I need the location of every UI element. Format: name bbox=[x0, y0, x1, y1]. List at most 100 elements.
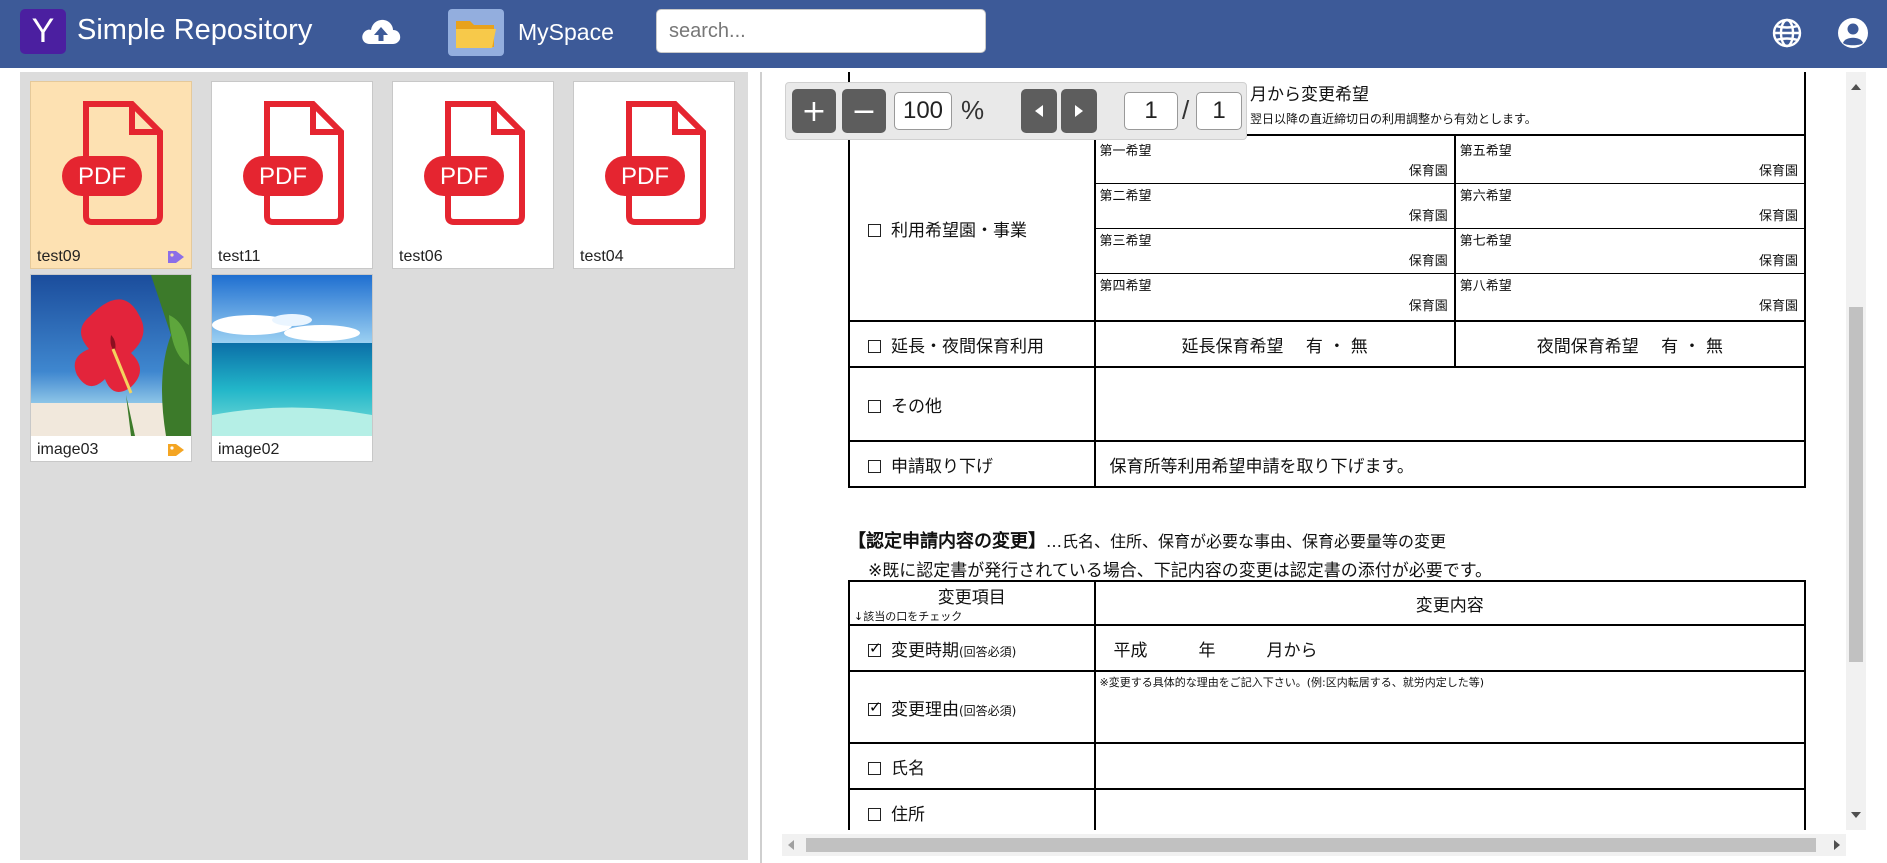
reason-required: (回答必須) bbox=[959, 703, 1017, 718]
file-name: image02 bbox=[218, 441, 280, 458]
svg-text:PDF: PDF bbox=[259, 163, 307, 190]
withdraw-label-cell: 申請取り下げ bbox=[848, 440, 1096, 488]
svg-text:PDF: PDF bbox=[440, 163, 488, 190]
file-name: test11 bbox=[218, 248, 261, 265]
beach-image bbox=[212, 275, 372, 436]
other-checkbox[interactable] bbox=[868, 400, 881, 413]
scroll-down-icon[interactable] bbox=[1851, 812, 1861, 818]
file-thumbnail-test09[interactable]: PDF test09 bbox=[30, 81, 192, 269]
name-checkbox[interactable] bbox=[868, 762, 881, 775]
time-required: (回答必須) bbox=[959, 644, 1017, 659]
pdf-file-icon: PDF bbox=[574, 82, 734, 243]
extend-label: 延長・夜間保育利用 bbox=[891, 336, 1044, 357]
extend-checkbox[interactable] bbox=[868, 340, 881, 353]
time-label-cell: 変更時期(回答必須) bbox=[848, 624, 1096, 672]
cloud-upload-icon[interactable] bbox=[360, 14, 402, 50]
reason-note: ※変更する具体的な理由をご記入下さい。(例:区内転居する、就労内定した等) bbox=[1093, 670, 1806, 744]
wish-suffix: 保育園 bbox=[1408, 163, 1448, 179]
wish-7: 第七希望 bbox=[1459, 233, 1512, 249]
start-month-text: 月から変更希望 bbox=[1250, 85, 1369, 105]
file-thumbnail-image02[interactable]: image02 bbox=[211, 274, 373, 462]
withdraw-checkbox[interactable] bbox=[868, 460, 881, 473]
next-page-button[interactable] bbox=[1061, 89, 1097, 133]
withdraw-text: 保育所等利用希望申請を取り下げます。 bbox=[1093, 440, 1807, 488]
wish-8: 第八希望 bbox=[1459, 278, 1512, 294]
file-thumbnail-image03[interactable]: image03 bbox=[30, 274, 192, 462]
col-item-header: 変更項目 ↓該当の口をチェック bbox=[848, 580, 1096, 626]
reason-checkbox[interactable] bbox=[868, 698, 882, 716]
vertical-scroll-thumb[interactable] bbox=[1849, 307, 1863, 662]
page-total bbox=[1196, 92, 1242, 130]
facility-checkbox[interactable] bbox=[868, 224, 881, 237]
address-label: 住所 bbox=[891, 804, 925, 825]
scroll-up-icon[interactable] bbox=[1851, 84, 1861, 90]
tag-icon[interactable] bbox=[167, 442, 185, 457]
wish-suffix: 保育園 bbox=[1408, 208, 1448, 224]
facility-label-cell: 利用希望園・事業 bbox=[848, 134, 1096, 322]
wish-suffix: 保育園 bbox=[1758, 163, 1798, 179]
other-label: その他 bbox=[891, 396, 942, 417]
reason-label: 変更理由 bbox=[891, 699, 959, 720]
file-thumbnail-test11[interactable]: PDF test11 bbox=[211, 81, 373, 269]
wish-suffix: 保育園 bbox=[1408, 298, 1448, 314]
app-logo[interactable]: Y bbox=[20, 9, 66, 54]
facility-label: 利用希望園・事業 bbox=[891, 220, 1027, 241]
hibiscus-image bbox=[31, 275, 191, 436]
scroll-right-icon[interactable] bbox=[1834, 840, 1840, 850]
time-checkbox[interactable] bbox=[868, 639, 882, 657]
tag-icon[interactable] bbox=[167, 249, 185, 264]
request-table: 利用希望園・事業 第一希望 保育園 第二希望 保育園 第三希望 保育園 第四希望 保育園… bbox=[848, 134, 1807, 488]
pane-divider[interactable] bbox=[760, 72, 762, 863]
pdf-file-icon: PDF bbox=[31, 82, 191, 243]
page-separator: / bbox=[1182, 95, 1190, 125]
zoom-out-button[interactable]: − bbox=[842, 89, 886, 133]
prev-page-button[interactable] bbox=[1021, 89, 1057, 133]
extend-right-cell: 夜間保育希望 有 ・ 無 bbox=[1453, 320, 1807, 368]
wish-2: 第二希望 bbox=[1099, 188, 1152, 204]
time-value: 平成 年 月から bbox=[1093, 624, 1806, 672]
file-thumbnail-test06[interactable]: PDF test06 bbox=[392, 81, 554, 269]
svg-text:PDF: PDF bbox=[78, 163, 126, 190]
address-label-cell: 住所 bbox=[848, 788, 1096, 830]
reason-label-cell: 変更理由(回答必須) bbox=[848, 670, 1096, 744]
section-title-bold: 【認定申請内容の変更】 bbox=[848, 531, 1046, 552]
col-item-label: 変更項目 bbox=[937, 587, 1006, 608]
other-value-cell bbox=[1093, 366, 1807, 442]
myspace-label: MySpace bbox=[518, 19, 614, 45]
withdraw-label: 申請取り下げ bbox=[891, 456, 993, 477]
file-thumbnail-test04[interactable]: PDF test04 bbox=[573, 81, 735, 269]
col-content-header: 変更内容 bbox=[1093, 580, 1806, 626]
file-name: test04 bbox=[580, 248, 624, 265]
app-title[interactable]: Simple Repository bbox=[77, 14, 312, 47]
horizontal-scrollbar[interactable] bbox=[782, 834, 1846, 856]
extend-left-cell: 延長保育希望 有 ・ 無 bbox=[1093, 320, 1456, 368]
search-input[interactable] bbox=[656, 9, 986, 53]
caret-right-icon bbox=[1075, 105, 1083, 117]
zoom-input[interactable] bbox=[894, 92, 952, 130]
wish-left-cell: 第一希望 保育園 第二希望 保育園 第三希望 保育園 第四希望 保育園 bbox=[1093, 134, 1456, 322]
address-checkbox[interactable] bbox=[868, 808, 881, 821]
file-name: test09 bbox=[37, 248, 81, 265]
address-value-cell bbox=[1093, 788, 1806, 830]
file-browser-pane: PDF test09 PDF test11 PDF test06 PDF tes… bbox=[20, 72, 748, 860]
section-title: 【認定申請内容の変更】…氏名、住所、保育が必要な事由、保育必要量等の変更 bbox=[848, 527, 1446, 553]
globe-icon[interactable] bbox=[1770, 16, 1804, 50]
change-table: 変更項目 ↓該当の口をチェック 変更内容 変更時期(回答必須) 平成 年 月から… bbox=[848, 580, 1806, 830]
name-label-cell: 氏名 bbox=[848, 742, 1096, 790]
pdf-page: 月から変更希望 翌日以降の直近締切日の利用調整から有効とします。 利用希望園・事… bbox=[848, 72, 1808, 830]
top-navbar: Y Simple Repository MySpace bbox=[0, 0, 1887, 68]
pdf-toolbar: + − % / bbox=[785, 82, 1247, 140]
scroll-left-icon[interactable] bbox=[788, 840, 794, 850]
myspace-button[interactable]: MySpace bbox=[448, 9, 614, 56]
vertical-scrollbar[interactable] bbox=[1846, 72, 1866, 830]
zoom-in-button[interactable]: + bbox=[792, 89, 836, 133]
wish-suffix: 保育園 bbox=[1758, 208, 1798, 224]
section-title-rest: …氏名、住所、保育が必要な事由、保育必要量等の変更 bbox=[1046, 532, 1447, 551]
page-current-input[interactable] bbox=[1124, 92, 1178, 130]
account-icon[interactable] bbox=[1836, 16, 1870, 50]
caret-left-icon bbox=[1035, 105, 1043, 117]
horizontal-scroll-thumb[interactable] bbox=[806, 838, 1816, 852]
pdf-file-icon: PDF bbox=[393, 82, 553, 243]
file-name: image03 bbox=[37, 441, 99, 458]
wish-4: 第四希望 bbox=[1099, 278, 1152, 294]
